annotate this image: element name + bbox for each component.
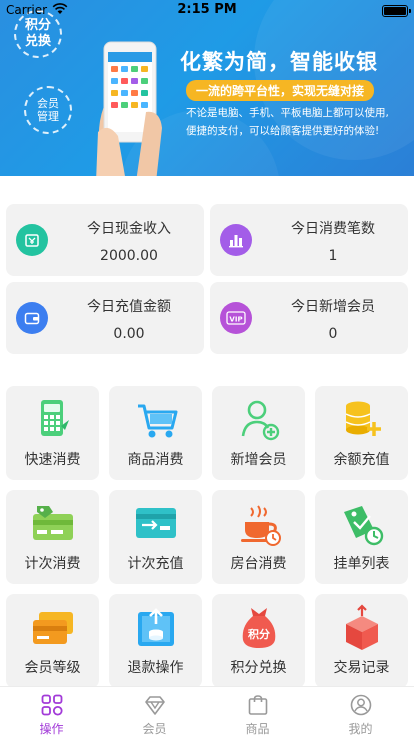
shopping-cart-icon xyxy=(130,396,182,444)
banner-slogan: 一流的跨平台性，实现无缝对接 xyxy=(186,80,375,101)
tab-operate[interactable]: 操作 xyxy=(0,687,103,736)
tile-label: 快速消费 xyxy=(24,452,81,468)
goods-consume-button[interactable]: 商品消费 xyxy=(109,386,202,480)
stat-consumption-count[interactable]: 今日消费笔数 1 xyxy=(210,204,408,276)
refund-icon xyxy=(130,604,182,652)
stat-label: 今日新增会员 xyxy=(291,299,375,315)
member-cards-icon xyxy=(27,604,79,652)
vip-icon: VIP xyxy=(220,302,252,334)
stat-value: 0.00 xyxy=(113,326,145,342)
banner-desc-line: 不论是电脑、手机、平板电脑上都可以使用, xyxy=(186,107,389,119)
wallet-icon xyxy=(16,302,48,334)
svg-text:VIP: VIP xyxy=(229,316,242,324)
member-management-badge: 会员 管理 xyxy=(24,86,72,134)
phone-in-hand-illustration xyxy=(96,32,168,176)
tile-label: 计次消费 xyxy=(24,556,81,572)
stat-new-members[interactable]: VIP 今日新增会员 0 xyxy=(210,282,408,354)
banner-desc-line: 便捷的支付，可以给顾客提供更好的体验! xyxy=(186,125,380,137)
tile-label: 挂单列表 xyxy=(333,556,390,572)
balance-recharge-button[interactable]: 余额充值 xyxy=(315,386,408,480)
stat-cash-income[interactable]: 今日现金收入 2000.00 xyxy=(6,204,204,276)
tile-label: 会员等级 xyxy=(24,660,81,676)
bottom-tab-bar: 操作 会员 商品 我的 xyxy=(0,686,414,736)
transaction-records-button[interactable]: 交易记录 xyxy=(315,594,408,688)
points-exchange-button[interactable]: 积分 积分兑换 xyxy=(212,594,305,688)
goods-bag-icon xyxy=(246,693,270,717)
pending-orders-button[interactable]: 挂单列表 xyxy=(315,490,408,584)
calculator-icon xyxy=(27,396,79,444)
teacup-icon xyxy=(233,500,285,548)
clock: 2:15 PM xyxy=(177,2,237,17)
banner-title: 化繁为简，智能收银 xyxy=(180,50,378,74)
stat-value: 0 xyxy=(328,326,338,342)
stat-value: 1 xyxy=(328,248,338,264)
pending-tag-icon xyxy=(336,500,388,548)
refund-button[interactable]: 退款操作 xyxy=(109,594,202,688)
tile-label: 余额充值 xyxy=(333,452,390,468)
card-transfer-icon xyxy=(130,500,182,548)
svg-text:积分: 积分 xyxy=(248,627,270,641)
tab-mine[interactable]: 我的 xyxy=(309,687,412,736)
tab-label: 操作 xyxy=(39,722,64,736)
coin-stack-icon xyxy=(336,396,388,444)
tab-label: 商品 xyxy=(245,722,270,736)
operate-icon xyxy=(40,693,64,717)
tile-label: 新增会员 xyxy=(230,452,287,468)
tab-label: 我的 xyxy=(348,722,373,736)
room-consume-button[interactable]: 房台消费 xyxy=(212,490,305,584)
promo-banner[interactable]: 积分 兑换 会员 管理 化繁为简，智能收银 一流的跨平台性，实现无缝对接 不论是… xyxy=(0,0,414,176)
member-diamond-icon xyxy=(143,693,167,717)
tab-goods[interactable]: 商品 xyxy=(206,687,309,736)
stat-label: 今日现金收入 xyxy=(87,221,171,237)
stat-label: 今日充值金额 xyxy=(87,299,171,315)
records-box-icon xyxy=(336,604,388,652)
quick-consume-button[interactable]: 快速消费 xyxy=(6,386,99,480)
tab-label: 会员 xyxy=(142,722,167,736)
profile-icon xyxy=(349,693,373,717)
count-consume-button[interactable]: 计次消费 xyxy=(6,490,99,584)
badge-text: 兑换 xyxy=(24,34,51,49)
count-card-icon xyxy=(27,500,79,548)
badge-text: 会员 xyxy=(37,96,59,110)
tile-label: 积分兑换 xyxy=(230,660,287,676)
cash-icon xyxy=(16,224,48,256)
badge-text: 管理 xyxy=(37,110,59,123)
status-bar: Carrier 2:15 PM xyxy=(0,0,414,20)
points-bag-icon: 积分 xyxy=(233,604,285,652)
stat-label: 今日消费笔数 xyxy=(291,221,375,237)
tile-label: 房台消费 xyxy=(230,556,287,572)
battery-icon xyxy=(382,5,411,17)
tile-label: 计次充值 xyxy=(127,556,184,572)
stat-recharge-amount[interactable]: 今日充值金额 0.00 xyxy=(6,282,204,354)
bar-chart-icon xyxy=(220,224,252,256)
member-level-button[interactable]: 会员等级 xyxy=(6,594,99,688)
tile-label: 商品消费 xyxy=(127,452,184,468)
add-member-button[interactable]: 新增会员 xyxy=(212,386,305,480)
tile-label: 交易记录 xyxy=(333,660,390,676)
tab-member[interactable]: 会员 xyxy=(103,687,206,736)
count-recharge-button[interactable]: 计次充值 xyxy=(109,490,202,584)
tile-label: 退款操作 xyxy=(127,660,184,676)
banner-description: 不论是电脑、手机、平板电脑上都可以使用, 便捷的支付，可以给顾客提供更好的体验! xyxy=(186,104,408,140)
add-member-icon xyxy=(233,396,285,444)
stat-value: 2000.00 xyxy=(100,248,158,264)
badge-text: 积分 xyxy=(24,18,51,34)
